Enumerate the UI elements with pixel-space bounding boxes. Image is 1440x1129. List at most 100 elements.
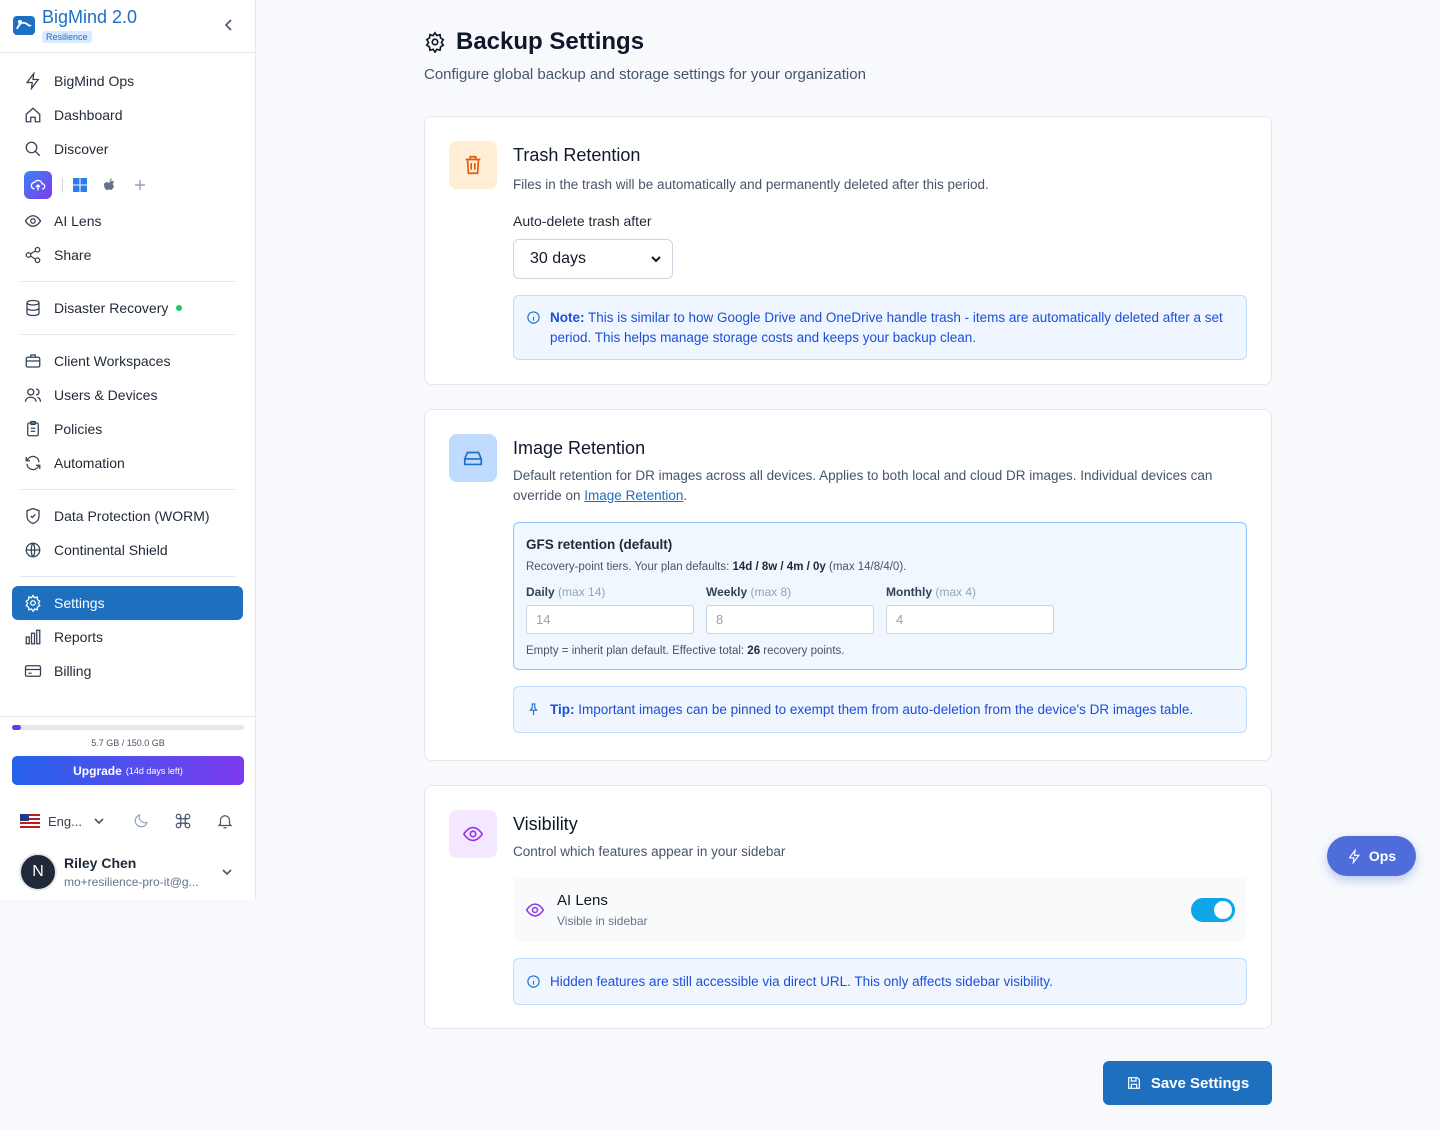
sidebar-item-label: BigMind Ops xyxy=(54,73,135,89)
page-subtitle: Configure global backup and storage sett… xyxy=(424,66,866,83)
sidebar-item-policies[interactable]: Policies xyxy=(12,412,243,446)
sidebar-item-users-devices[interactable]: Users & Devices xyxy=(12,378,243,412)
gear-icon xyxy=(25,594,41,612)
sidebar-item-automation[interactable]: Automation xyxy=(12,446,243,480)
sidebar: BigMind 2.0 Resilience BigMind Ops Dashb… xyxy=(0,0,256,900)
save-settings-button[interactable]: Save Settings xyxy=(1103,1061,1272,1105)
visibility-icon-tile xyxy=(449,810,497,858)
sidebar-item-continental-shield[interactable]: Continental Shield xyxy=(12,533,243,567)
daily-field: Daily (max 14) 14 xyxy=(526,585,694,634)
card-description: Files in the trash will be automatically… xyxy=(513,177,989,192)
user-email: mo+resilience-pro-it@g... xyxy=(64,875,199,889)
sidebar-item-bigmind-ops[interactable]: BigMind Ops xyxy=(12,64,243,98)
auto-delete-select[interactable]: 30 days xyxy=(513,239,673,279)
ops-floating-button[interactable]: Ops xyxy=(1327,836,1416,876)
globe-icon xyxy=(25,542,41,558)
bell-icon[interactable] xyxy=(216,812,234,830)
status-dot xyxy=(176,305,183,311)
image-retention-link[interactable]: Image Retention xyxy=(584,488,683,503)
storage-progress-fill xyxy=(12,725,21,730)
page-header: Backup Settings Configure global backup … xyxy=(424,28,866,83)
sidebar-item-label: Settings xyxy=(54,595,105,611)
sidebar-item-billing[interactable]: Billing xyxy=(12,654,243,688)
pin-icon xyxy=(529,703,538,716)
plan-defaults: 14d / 8w / 4m / 0y xyxy=(732,561,826,573)
field-label: Weekly (max 8) xyxy=(706,585,874,599)
field-label: Daily (max 14) xyxy=(526,585,694,599)
weekly-field: Weekly (max 8) 8 xyxy=(706,585,874,634)
ai-lens-visibility-toggle[interactable] xyxy=(1191,898,1235,922)
refresh-icon xyxy=(25,455,41,471)
trash-retention-body: Trash Retention Files in the trash will … xyxy=(513,145,1247,360)
sidebar-item-ai-lens[interactable]: AI Lens xyxy=(12,204,243,238)
command-icon[interactable] xyxy=(174,812,192,830)
storage-progress-bar xyxy=(12,725,244,730)
eye-icon xyxy=(525,903,545,917)
info-icon xyxy=(527,975,540,988)
divider xyxy=(20,489,235,490)
image-retention-card: Image Retention Default retention for DR… xyxy=(424,409,1272,761)
card-description: Default retention for DR images across a… xyxy=(513,466,1247,506)
field-label: Auto-delete trash after xyxy=(513,213,652,229)
sidebar-item-label: Dashboard xyxy=(54,107,123,123)
upgrade-button[interactable]: Upgrade (14d days left) xyxy=(12,756,244,785)
field-max: (max 8) xyxy=(750,585,792,599)
moon-icon[interactable] xyxy=(132,812,150,830)
cloud-upload-platform-button[interactable] xyxy=(24,171,52,199)
drive-icon-tile xyxy=(449,434,497,482)
language-label: Eng... xyxy=(48,813,82,829)
monthly-input[interactable]: 4 xyxy=(886,605,1054,634)
sidebar-item-data-protection[interactable]: Data Protection (WORM) xyxy=(12,499,243,533)
page-title-text: Backup Settings xyxy=(456,28,645,55)
user-menu[interactable]: N Riley Chen mo+resilience-pro-it@g... xyxy=(0,849,256,895)
apple-icon[interactable] xyxy=(103,178,117,192)
chevron-down-icon xyxy=(222,869,232,876)
field-label-text: Daily xyxy=(526,585,555,599)
save-icon xyxy=(1127,1077,1140,1089)
field-label-text: Weekly xyxy=(706,585,748,599)
sidebar-item-disaster-recovery[interactable]: Disaster Recovery xyxy=(12,291,243,325)
weekly-input[interactable]: 8 xyxy=(706,605,874,634)
sidebar-item-label: Policies xyxy=(54,421,103,437)
visibility-card: Visibility Control which features appear… xyxy=(424,785,1272,1029)
gfs-fields: Daily (max 14) 14 Weekly (max 8) 8 Month… xyxy=(526,585,1234,634)
app-name: BigMind 2.0 xyxy=(42,7,138,27)
trash-retention-card: Trash Retention Files in the trash will … xyxy=(424,116,1272,385)
visibility-body: Visibility Control which features appear… xyxy=(513,814,1247,1005)
add-platform-plus-icon[interactable] xyxy=(133,178,147,192)
share-icon xyxy=(25,246,41,264)
field-max: (max 14) xyxy=(558,585,606,599)
sidebar-item-label: Reports xyxy=(54,629,104,645)
ai-lens-visibility-row: AI Lens Visible in sidebar xyxy=(513,878,1247,942)
storage-usage-text: 5.7 GB / 150.0 GB xyxy=(91,738,165,748)
us-flag-icon xyxy=(20,814,40,828)
tip-label: Tip: xyxy=(550,702,575,717)
collapse-sidebar-chevron-icon[interactable] xyxy=(221,17,237,33)
gear-icon xyxy=(425,31,445,53)
gfs-subtitle: Recovery-point tiers. Your plan defaults… xyxy=(526,561,1234,573)
chevron-down-icon xyxy=(94,818,104,825)
sidebar-item-share[interactable]: Share xyxy=(12,238,243,272)
trash-info-note: Note: This is similar to how Google Driv… xyxy=(513,295,1247,360)
sidebar-item-dashboard[interactable]: Dashboard xyxy=(12,98,243,132)
windows-icon[interactable] xyxy=(73,178,87,192)
avatar: N xyxy=(19,853,57,891)
sidebar-item-label: AI Lens xyxy=(54,213,102,229)
gfs-subtitle-text: Recovery-point tiers. Your plan defaults… xyxy=(526,561,733,573)
card-title: Visibility xyxy=(513,814,578,834)
sidebar-item-label: Discover xyxy=(54,141,109,157)
sidebar-item-client-workspaces[interactable]: Client Workspaces xyxy=(12,344,243,378)
sidebar-item-settings[interactable]: Settings xyxy=(12,586,243,620)
selected-value: 30 days xyxy=(530,250,587,267)
language-selector[interactable]: Eng... xyxy=(20,814,116,829)
home-icon xyxy=(25,107,41,123)
bolt-icon xyxy=(25,72,40,90)
utility-row: Eng... xyxy=(0,801,256,841)
user-name: Riley Chen xyxy=(64,855,137,871)
sidebar-item-discover[interactable]: Discover xyxy=(12,132,243,166)
sidebar-item-reports[interactable]: Reports xyxy=(12,620,243,654)
cloud-upload-icon xyxy=(30,179,46,191)
eye-icon xyxy=(462,826,484,842)
divider xyxy=(20,576,235,577)
daily-input[interactable]: 14 xyxy=(526,605,694,634)
